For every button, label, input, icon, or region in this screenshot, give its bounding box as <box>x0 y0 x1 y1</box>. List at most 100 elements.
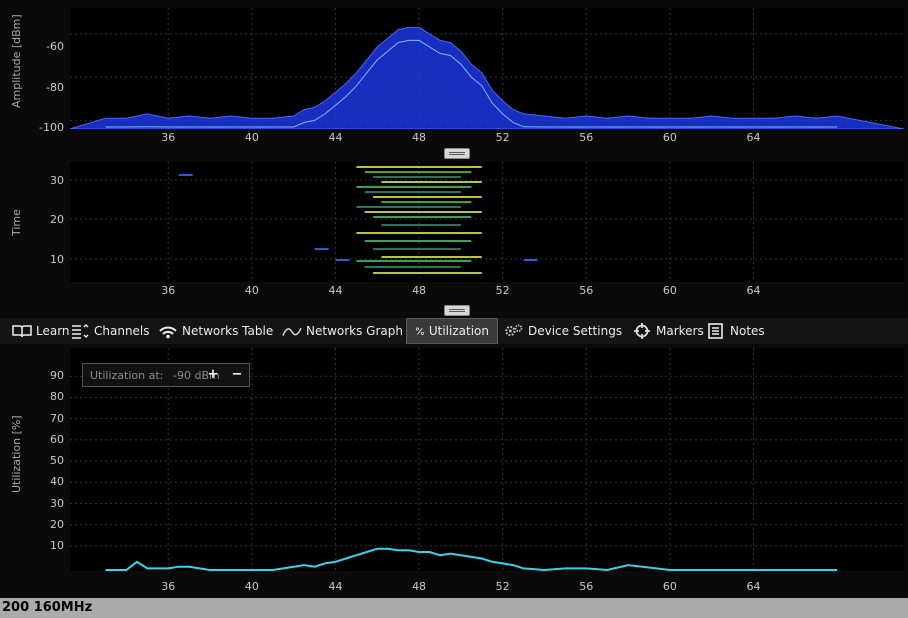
x-tick-label: 56 <box>579 580 593 593</box>
tab-notes-label: Notes <box>730 324 765 338</box>
waterfall-band <box>381 201 472 203</box>
graph-wave-icon <box>282 327 302 336</box>
x-tick-label: 40 <box>245 580 259 593</box>
utilization-ytick: 80 <box>50 390 64 404</box>
crosshair-icon <box>634 323 650 339</box>
x-tick-label: 60 <box>663 284 677 297</box>
channels-icon <box>72 324 89 339</box>
utilization-ytick: 60 <box>50 432 64 446</box>
x-tick-label: 56 <box>579 284 593 297</box>
tab-markers[interactable]: Markers <box>632 318 704 344</box>
waterfall-ytick: 30 <box>50 174 64 187</box>
threshold-number: -90 <box>173 369 191 382</box>
waterfall-band <box>364 240 472 242</box>
x-tick-label: 64 <box>747 131 761 144</box>
waterfall-band <box>373 272 482 274</box>
waterfall-band <box>373 196 482 198</box>
waterfall-band <box>364 266 461 268</box>
x-tick-label: 64 <box>747 284 761 297</box>
tab-networks-graph[interactable]: Networks Graph <box>282 318 403 344</box>
tab-device-settings-label: Device Settings <box>528 324 623 338</box>
spectrum-ytick: -100 <box>39 121 64 134</box>
spectrum-ytick: -60 <box>46 40 64 53</box>
waterfall-plot[interactable] <box>70 162 904 282</box>
spectrum-area <box>70 26 904 129</box>
spectrum-ylabel: Amplitude [dBm] <box>10 14 23 108</box>
tab-channels[interactable]: Channels <box>70 318 150 344</box>
tab-markers-label: Markers <box>656 324 704 338</box>
waterfall-band <box>381 181 482 183</box>
x-tick-label: 60 <box>663 131 677 144</box>
x-tick-label: 44 <box>328 131 342 144</box>
tab-learn[interactable]: Learn <box>12 318 70 344</box>
tab-device-settings[interactable]: Device Settings <box>504 318 622 344</box>
waterfall-band <box>373 176 461 178</box>
spectrum-xaxis: 36 40 44 48 52 56 60 64 <box>161 131 761 144</box>
book-icon <box>12 325 32 338</box>
waterfall-band <box>373 248 461 250</box>
spectrum-panel <box>70 8 904 129</box>
gears-icon <box>505 324 523 337</box>
notes-icon <box>708 323 723 339</box>
splitter-handle-top[interactable] <box>444 148 470 159</box>
x-tick-label: 60 <box>663 580 677 593</box>
utilization-ytick: 10 <box>50 538 64 552</box>
utilization-ytick: 40 <box>50 475 64 489</box>
x-tick-label: 40 <box>245 284 259 297</box>
waterfall-band <box>364 211 482 213</box>
waterfall-speck <box>314 248 329 250</box>
utilization-trace <box>105 547 838 571</box>
x-tick-label: 56 <box>579 131 593 144</box>
x-tick-label: 44 <box>328 284 342 297</box>
utilization-ytick: 70 <box>50 411 64 425</box>
tab-learn-label: Learn <box>36 324 70 338</box>
x-tick-label: 36 <box>161 580 175 593</box>
tab-notes[interactable]: Notes <box>706 318 765 344</box>
waterfall-ylabel: Time <box>10 209 23 236</box>
waterfall-band <box>381 224 461 226</box>
spectrum-ytick: -80 <box>46 81 64 94</box>
x-tick-label: 44 <box>328 580 342 593</box>
waterfall-band <box>381 256 482 258</box>
x-tick-label: 48 <box>412 131 426 144</box>
x-tick-label: 48 <box>412 284 426 297</box>
status-text: 200 160MHz <box>2 600 93 615</box>
tab-utilization-label: Utilization <box>428 324 489 338</box>
utilization-ylabel: Utilization [%] <box>10 415 23 493</box>
waterfall-speck <box>178 174 193 176</box>
spectrum-plot[interactable] <box>70 8 904 129</box>
waterfall-ytick: 10 <box>50 253 64 266</box>
x-tick-label: 64 <box>747 580 761 593</box>
view-tab-bar: Learn Channels Networks Table Networks G… <box>0 318 908 344</box>
waterfall-band <box>356 260 472 262</box>
waterfall-band <box>356 166 482 168</box>
percent-icon <box>415 327 424 335</box>
tab-networks-graph-label: Networks Graph <box>306 324 403 338</box>
waterfall-xaxis: 36 40 44 48 52 56 60 64 <box>161 284 761 297</box>
threshold-minus-button[interactable]: − <box>229 366 245 384</box>
x-tick-label: 52 <box>496 131 510 144</box>
tab-utilization[interactable]: Utilization <box>406 318 498 344</box>
x-tick-label: 48 <box>412 580 426 593</box>
x-tick-label: 52 <box>496 284 510 297</box>
tab-networks-table-label: Networks Table <box>182 324 274 338</box>
waterfall-speck <box>335 259 350 261</box>
waterfall-band <box>373 216 472 218</box>
utilization-ytick: 90 <box>50 369 64 383</box>
waterfall-ytick: 20 <box>50 213 64 226</box>
wifi-icon <box>159 326 177 339</box>
utilization-ytick: 30 <box>50 496 64 510</box>
splitter-handle-bottom[interactable] <box>444 305 470 316</box>
utilization-ytick: 50 <box>50 454 64 468</box>
waterfall-band <box>364 191 461 193</box>
threshold-plus-button[interactable]: + <box>205 366 221 384</box>
x-tick-label: 36 <box>161 131 175 144</box>
x-tick-label: 40 <box>245 131 259 144</box>
waterfall-band <box>356 232 482 234</box>
x-tick-label: 52 <box>496 580 510 593</box>
utilization-xaxis: 36 40 44 48 52 56 60 64 <box>161 580 761 593</box>
tab-networks-table[interactable]: Networks Table <box>158 318 273 344</box>
utilization-threshold-control: Utilization at: -90 dBm + − <box>82 363 250 387</box>
waterfall-band <box>356 186 472 188</box>
status-bar: 200 160MHz <box>0 598 908 618</box>
